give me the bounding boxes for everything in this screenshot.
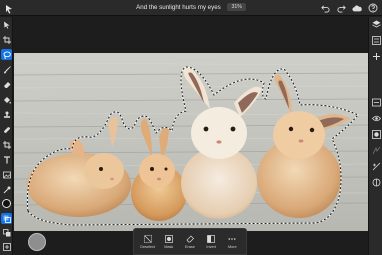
clip-icon[interactable] xyxy=(371,129,381,139)
type-icon[interactable] xyxy=(1,154,12,165)
layer-properties-icon[interactable] xyxy=(371,35,381,45)
invert-button[interactable]: Invert xyxy=(201,234,221,249)
back-arrow-icon[interactable] xyxy=(3,2,15,14)
effects-icon[interactable] xyxy=(371,145,381,155)
erase-label: Erase xyxy=(185,244,195,249)
mask-icon xyxy=(164,234,173,243)
transform-icon[interactable] xyxy=(1,34,12,45)
adjustments-icon[interactable] xyxy=(1,227,12,238)
bunnies-photo xyxy=(14,53,368,231)
more-icon xyxy=(228,235,236,243)
document-title[interactable]: And the sunlight hurts my eyes xyxy=(136,4,221,11)
eyedropper-icon[interactable] xyxy=(1,184,12,195)
crop-icon[interactable] xyxy=(1,139,12,150)
brush-icon[interactable] xyxy=(1,64,12,75)
right-toolbar xyxy=(368,17,382,255)
deselect-label: Deselect xyxy=(140,244,155,249)
clone-stamp-icon[interactable] xyxy=(1,109,12,120)
mask-button[interactable]: Mask xyxy=(159,234,179,249)
undo-icon[interactable] xyxy=(320,3,330,13)
fill-icon[interactable] xyxy=(1,94,12,105)
zoom-level-badge[interactable]: 31% xyxy=(227,3,246,11)
eraser-icon[interactable] xyxy=(1,79,12,90)
contextual-taskbar: Deselect Mask Erase Invert More xyxy=(133,228,247,255)
layer-visibility-icon[interactable] xyxy=(371,97,381,107)
filter-icon[interactable] xyxy=(371,177,381,187)
more-label: More xyxy=(228,244,237,249)
top-right-icons xyxy=(320,2,378,14)
left-toolbar xyxy=(0,17,13,255)
erase-icon xyxy=(186,235,194,243)
canvas-image[interactable] xyxy=(14,53,368,231)
help-icon[interactable] xyxy=(368,3,378,13)
cloud-icon[interactable] xyxy=(352,3,362,13)
add-layer-icon[interactable] xyxy=(371,51,381,61)
redo-icon[interactable] xyxy=(336,3,346,13)
healing-brush-icon[interactable] xyxy=(1,124,12,135)
mask-icon[interactable] xyxy=(371,113,381,123)
layer-mask-icon[interactable] xyxy=(1,213,12,224)
top-bar: And the sunlight hurts my eyes 31% xyxy=(0,0,382,16)
place-image-icon[interactable] xyxy=(1,169,12,180)
lasso-select-icon[interactable] xyxy=(1,49,12,60)
invert-icon xyxy=(207,234,216,243)
adjustment-icon[interactable] xyxy=(371,161,381,171)
deselect-button[interactable]: Deselect xyxy=(138,234,158,249)
layers-icon[interactable] xyxy=(371,19,381,29)
move-icon[interactable] xyxy=(1,19,12,30)
color-swatch[interactable] xyxy=(2,199,11,208)
touch-shortcut-button[interactable] xyxy=(28,233,46,251)
deselect-icon xyxy=(143,234,152,243)
more-button[interactable]: More xyxy=(222,235,242,249)
erase-button[interactable]: Erase xyxy=(180,235,200,249)
mask-label: Mask xyxy=(164,244,174,249)
more-tools-icon[interactable] xyxy=(1,241,12,252)
invert-label: Invert xyxy=(206,244,216,249)
